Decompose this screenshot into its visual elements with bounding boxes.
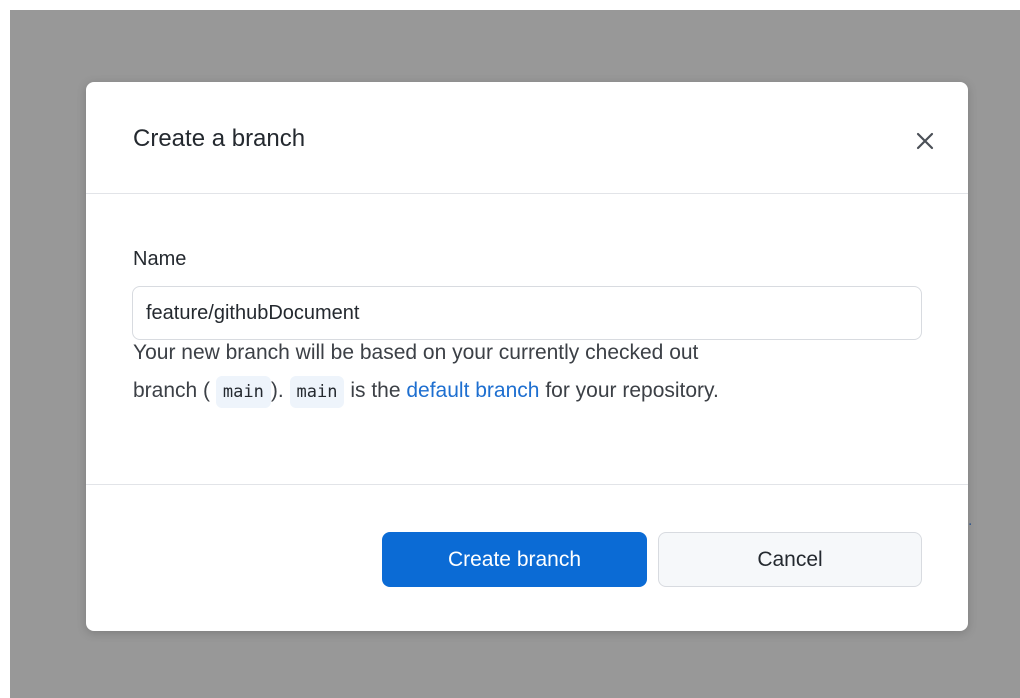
default-branch-link[interactable]: default branch (406, 379, 539, 402)
close-icon (916, 132, 934, 150)
name-label: Name (133, 248, 187, 270)
current-branch-code: main (215, 376, 271, 408)
description-text: is the (350, 379, 401, 402)
dialog-header: Create a branch (86, 82, 968, 194)
branch-name-input[interactable] (132, 286, 922, 340)
description-text: branch ( (133, 379, 211, 402)
create-branch-button[interactable]: Create branch (382, 532, 647, 587)
description-text: Your new branch will be based on your cu… (133, 341, 699, 364)
create-branch-dialog: Create a branch Name Your new branch wil… (86, 82, 968, 631)
branch-description: Your new branch will be based on your cu… (133, 334, 933, 410)
description-text: for your repository. (545, 379, 719, 402)
background-text-fragment: . (968, 512, 973, 529)
dialog-title: Create a branch (133, 125, 306, 152)
close-button[interactable] (906, 122, 944, 160)
description-text: ). (270, 379, 284, 402)
description-line-2: branch ( main). main is the default bran… (133, 372, 933, 410)
description-line-1: Your new branch will be based on your cu… (133, 334, 933, 372)
cancel-button[interactable]: Cancel (658, 532, 922, 587)
default-branch-code: main (289, 376, 345, 408)
